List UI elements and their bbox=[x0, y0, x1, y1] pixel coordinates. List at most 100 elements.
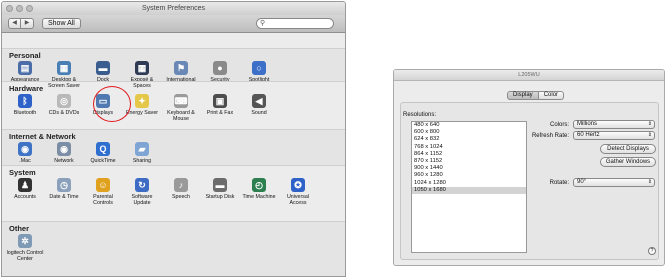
quicktime-icon: Q bbox=[96, 142, 110, 156]
mac-icon: ◉ bbox=[18, 142, 32, 156]
logitech-icon: ✲ bbox=[18, 234, 32, 248]
pref-pane-time-machine[interactable]: ◴ Time Machine bbox=[240, 178, 278, 200]
gather-windows-button[interactable]: Gather Windows bbox=[600, 157, 656, 167]
pref-pane-network[interactable]: ◉ Network bbox=[45, 142, 83, 164]
back-button[interactable]: ◀ bbox=[8, 18, 21, 29]
resolution-item[interactable]: 864 x 1152 bbox=[412, 151, 526, 158]
pref-pane-cds-dvds[interactable]: ◎ CDs & DVDs bbox=[45, 94, 83, 116]
microphone-icon: ♪ bbox=[174, 178, 188, 192]
resolution-item[interactable]: 960 x 1280 bbox=[412, 172, 526, 179]
section-title: Internet & Network bbox=[9, 132, 76, 141]
resolutions-list[interactable]: 480 x 640 600 x 800 624 x 832 768 x 1024 864… bbox=[411, 121, 527, 253]
bluetooth-icon: ᛒ bbox=[18, 94, 32, 108]
pref-pane-quicktime[interactable]: Q QuickTime bbox=[84, 142, 122, 164]
pref-pane-appearance[interactable]: ▤ Appearance bbox=[6, 61, 44, 83]
refresh-rate-label: Refresh Rate: bbox=[531, 133, 569, 139]
zoom-window-button[interactable] bbox=[26, 5, 33, 12]
section-title: Personal bbox=[9, 51, 41, 60]
section-system: System ♟ Accounts ◷ Date & Time ☺ Parental Con… bbox=[2, 165, 345, 221]
minimize-window-button[interactable] bbox=[16, 5, 23, 12]
pref-pane-sound[interactable]: ◀ Sound bbox=[240, 94, 278, 116]
expose-icon: ▦ bbox=[135, 61, 149, 75]
pref-pane-label: Network bbox=[54, 158, 74, 164]
refresh-rate-value: 60 Hertz bbox=[577, 132, 600, 138]
pref-pane-international[interactable]: ⚑ International bbox=[162, 61, 200, 83]
pref-pane-label: Speech bbox=[172, 194, 190, 200]
disc-icon: ◎ bbox=[57, 94, 71, 108]
pref-pane-bluetooth[interactable]: ᛒ Bluetooth bbox=[6, 94, 44, 116]
pref-pane-dock[interactable]: ▬ Dock bbox=[84, 61, 122, 83]
resolution-item[interactable]: 900 x 1440 bbox=[412, 165, 526, 172]
displays-highlight-circle bbox=[93, 86, 131, 122]
lightbulb-icon: ✦ bbox=[135, 94, 149, 108]
speaker-icon: ◀ bbox=[252, 94, 266, 108]
parental-controls-icon: ☺ bbox=[96, 178, 110, 192]
spotlight-icon: ○ bbox=[252, 61, 266, 75]
popup-arrows-icon: ⇕ bbox=[647, 121, 652, 127]
pref-pane-label: Keyboard & Mouse bbox=[167, 110, 195, 122]
search-icon: ⚲ bbox=[260, 20, 266, 27]
keyboard-icon: ⌨ bbox=[174, 94, 188, 108]
refresh-rate-popup[interactable]: 60 Hertz ⇕ bbox=[573, 131, 655, 140]
search-input[interactable]: ⚲ bbox=[256, 18, 334, 29]
desktop-icon: ▦ bbox=[57, 61, 71, 75]
close-window-button[interactable] bbox=[6, 5, 13, 12]
section-hardware: Hardware ᛒ Bluetooth ◎ CDs & DVDs ▭ Displays ✦ E… bbox=[2, 81, 345, 129]
pref-pane-label: Sharing bbox=[132, 158, 152, 164]
lock-icon: ● bbox=[213, 61, 227, 75]
section-internet-network: Internet & Network ◉ .Mac ◉ Network Q QuickTim… bbox=[2, 129, 345, 165]
pref-pane-parental-controls[interactable]: ☺ Parental Controls bbox=[84, 178, 122, 206]
globe-flag-icon: ⚑ bbox=[174, 61, 188, 75]
pref-pane-label: Print & Fax bbox=[206, 110, 234, 116]
pref-pane-label: Bluetooth bbox=[13, 110, 37, 116]
dock-icon: ▬ bbox=[96, 61, 110, 75]
help-button[interactable]: ? bbox=[648, 247, 656, 255]
pref-pane-label: CDs & DVDs bbox=[48, 110, 80, 116]
pref-pane-startup-disk[interactable]: ▬ Startup Disk bbox=[201, 178, 239, 200]
pref-pane-mac[interactable]: ◉ .Mac bbox=[6, 142, 44, 164]
detect-displays-button[interactable]: Detect Displays bbox=[600, 144, 656, 154]
pref-pane-label: QuickTime bbox=[90, 158, 116, 164]
pref-pane-label: Software Update bbox=[131, 194, 153, 206]
section-personal: Personal ▤ Appearance ▦ Desktop & Screen Sav… bbox=[2, 48, 345, 89]
pref-pane-speech[interactable]: ♪ Speech bbox=[162, 178, 200, 200]
pref-pane-universal-access[interactable]: ✪ Universal Access bbox=[279, 178, 317, 206]
pref-pane-keyboard-mouse[interactable]: ⌨ Keyboard & Mouse bbox=[162, 94, 200, 122]
disk-icon: ▬ bbox=[213, 178, 227, 192]
rotate-label: Rotate: bbox=[549, 180, 569, 186]
resolutions-label: Resolutions: bbox=[403, 112, 437, 118]
appearance-icon: ▤ bbox=[18, 61, 32, 75]
resolution-item[interactable]: 870 x 1152 bbox=[412, 158, 526, 165]
section-other: Other ✲ logitech Control Center bbox=[2, 221, 345, 276]
colors-popup[interactable]: Millions ⇕ bbox=[573, 120, 655, 129]
pref-pane-date-time[interactable]: ◷ Date & Time bbox=[45, 178, 83, 200]
show-all-button[interactable]: Show All bbox=[42, 18, 81, 29]
forward-button[interactable]: ▶ bbox=[21, 18, 34, 29]
pref-pane-print-fax[interactable]: ▣ Print & Fax bbox=[201, 94, 239, 116]
display-preferences-window: L205WU Display Color Resolutions: 480 x … bbox=[393, 69, 665, 266]
window-title: System Preferences bbox=[141, 5, 206, 12]
pref-pane-software-update[interactable]: ↻ Software Update bbox=[123, 178, 161, 206]
tab-display[interactable]: Display bbox=[507, 91, 539, 100]
rotate-popup[interactable]: 90° ⇕ bbox=[573, 178, 655, 187]
pref-pane-label: Parental Controls bbox=[93, 194, 113, 206]
pref-pane-security[interactable]: ● Security bbox=[201, 61, 239, 83]
system-preferences-window: System Preferences ◀ ▶ Show All ⚲ Person… bbox=[1, 1, 346, 277]
resolution-item[interactable]: 1050 x 1680 bbox=[412, 186, 526, 194]
tab-color[interactable]: Color bbox=[538, 91, 565, 100]
colors-label: Colors: bbox=[549, 122, 569, 128]
section-title: Other bbox=[9, 224, 30, 233]
pref-pane-label: Universal Access bbox=[286, 194, 310, 206]
tab-control: Display Color bbox=[507, 91, 565, 100]
popup-arrows-icon: ⇕ bbox=[647, 179, 652, 185]
folder-icon: ▰ bbox=[135, 142, 149, 156]
pref-pane-accounts[interactable]: ♟ Accounts bbox=[6, 178, 44, 200]
pref-pane-logitech-control-center[interactable]: ✲ logitech Control Center bbox=[6, 234, 44, 262]
accounts-icon: ♟ bbox=[18, 178, 32, 192]
window-titlebar: System Preferences bbox=[2, 2, 345, 15]
pref-pane-spotlight[interactable]: ○ Spotlight bbox=[240, 61, 278, 83]
pref-pane-sharing[interactable]: ▰ Sharing bbox=[123, 142, 161, 164]
resolution-item[interactable]: 768 x 1024 bbox=[412, 144, 526, 151]
rotate-value: 90° bbox=[577, 179, 587, 185]
time-machine-icon: ◴ bbox=[252, 178, 266, 192]
